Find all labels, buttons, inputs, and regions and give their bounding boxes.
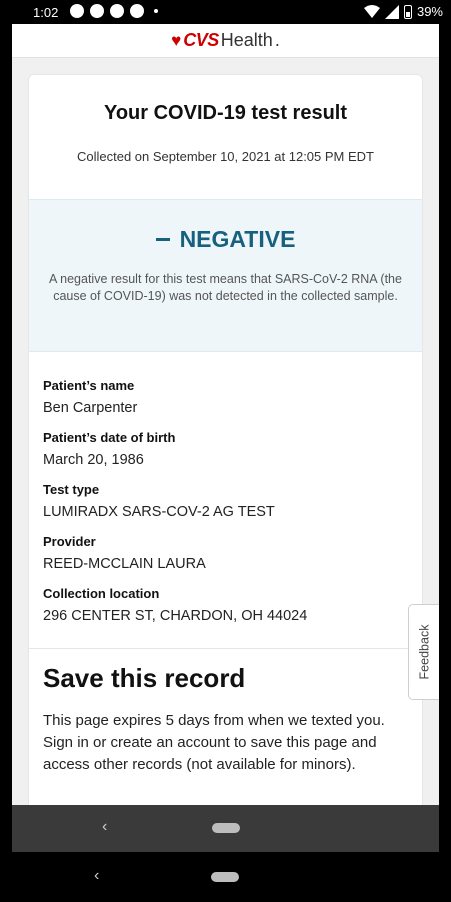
back-chevron-icon[interactable]: ‹ (102, 818, 107, 836)
battery-icon (403, 4, 412, 19)
field-label: Collection location (43, 586, 160, 601)
save-record-text: This page expires 5 days from when we te… (43, 712, 385, 773)
test-type: LUMIRADX SARS-COV-2 AG TEST (43, 504, 275, 520)
facebook-icon (130, 4, 144, 18)
app-navigation-bar: ‹ (12, 805, 439, 852)
logo-brand: CVS (183, 30, 219, 50)
result-card: Your COVID-19 test result Collected on S… (28, 74, 423, 805)
patient-name: Ben Carpenter (43, 400, 138, 416)
result-status-label: NEGATIVE (179, 226, 296, 252)
battery-percent: 39% (416, 4, 443, 19)
collection-location: 296 CENTER ST, CHARDON, OH 44024 (43, 608, 308, 624)
home-pill-icon[interactable] (211, 872, 239, 882)
result-status: NEGATIVE (29, 226, 422, 253)
feedback-label: Feedback (417, 624, 431, 680)
messenger-icon (70, 4, 84, 18)
wifi-icon (363, 4, 380, 18)
field-label: Patient’s date of birth (43, 430, 176, 445)
logo-suffix: Health (220, 30, 273, 50)
signal-icon (384, 4, 399, 19)
status-bar: 1:02 39% (0, 0, 451, 24)
patient-dob: March 20, 1986 (43, 452, 144, 468)
patient-details: Patient’s name Ben Carpenter Patient’s d… (29, 352, 422, 624)
feedback-button[interactable]: Feedback (408, 604, 439, 700)
provider-name: REED-MCCLAIN LAURA (43, 556, 206, 572)
field-label: Provider (43, 534, 96, 549)
negative-dash-icon (155, 238, 170, 241)
back-chevron-icon[interactable]: ‹ (94, 867, 99, 885)
facebook-icon (90, 4, 104, 18)
result-header: Your COVID-19 test result Collected on S… (29, 75, 422, 199)
page-title: Your COVID-19 test result (103, 102, 348, 124)
result-status-panel: NEGATIVE A negative result for this test… (29, 199, 422, 352)
logo-suffix-mark: . (274, 30, 280, 50)
home-pill-icon[interactable] (212, 823, 240, 833)
system-icons: 39% (363, 4, 443, 19)
save-record-title: Save this record (43, 663, 246, 693)
status-time: 1:02 (33, 5, 59, 20)
cvs-health-logo[interactable]: ♥ CVS Health . (171, 30, 280, 51)
system-navigation-bar: ‹ (0, 852, 451, 902)
shield-app-icon (110, 4, 124, 18)
collected-date: Collected on September 10, 2021 at 12:05… (76, 149, 374, 164)
field-label: Test type (43, 482, 100, 497)
web-page: ♥ CVS Health . Your COVID-19 test result… (12, 24, 439, 805)
test-type-field: Test type LUMIRADX SARS-COV-2 AG TEST (43, 482, 408, 520)
provider-field: Provider REED-MCCLAIN LAURA (43, 534, 408, 572)
location-field: Collection location 296 CENTER ST, CHARD… (43, 586, 408, 624)
field-label: Patient’s name (43, 378, 135, 393)
heart-icon: ♥ (171, 31, 182, 50)
patient-name-field: Patient’s name Ben Carpenter (43, 378, 408, 416)
site-header: ♥ CVS Health . (12, 24, 439, 58)
result-explanation: A negative result for this test means th… (49, 272, 402, 303)
more-notifications-dot-icon (154, 9, 158, 13)
save-record-section: Save this record This page expires 5 day… (29, 649, 422, 776)
notification-icons (70, 4, 158, 18)
dob-field: Patient’s date of birth March 20, 1986 (43, 430, 408, 468)
